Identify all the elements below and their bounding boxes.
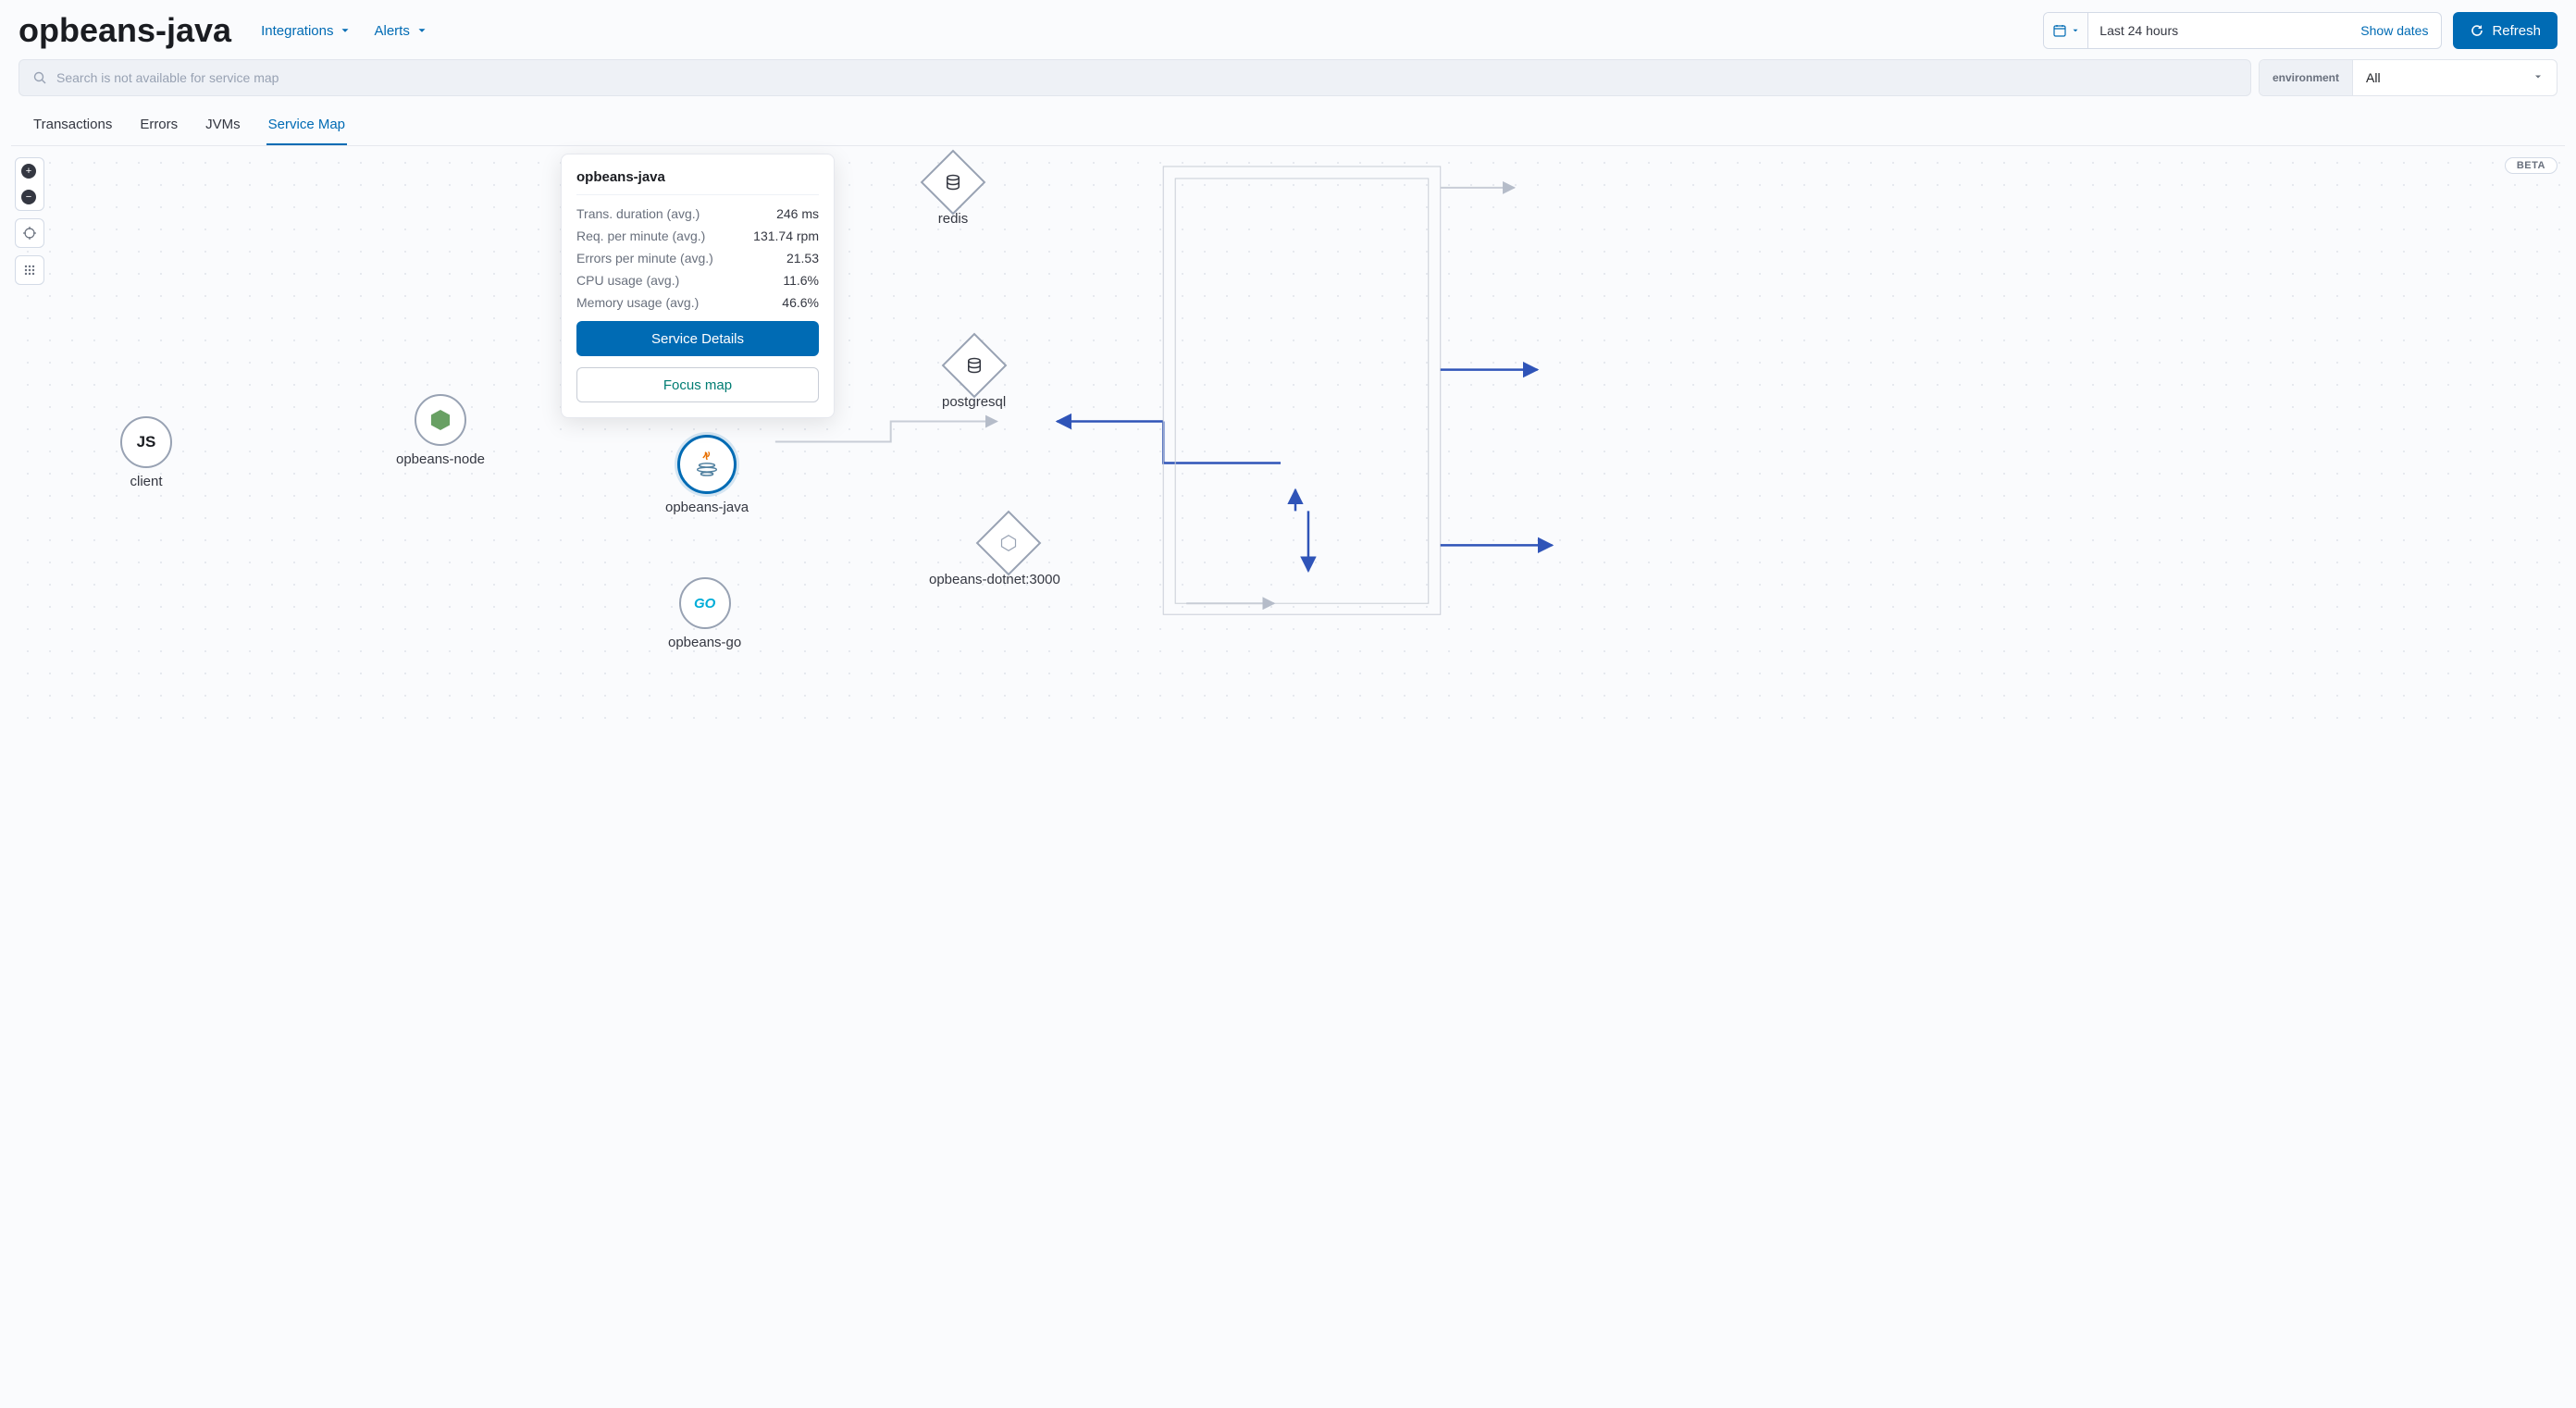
node-opbeans-dotnet-label: opbeans-dotnet:3000 xyxy=(929,572,1060,587)
popover-metric-row: Trans. duration (avg.) 246 ms xyxy=(576,206,819,221)
client-icon: JS xyxy=(120,416,172,468)
recenter-button[interactable] xyxy=(15,218,44,248)
node-client[interactable]: JS client xyxy=(120,416,172,489)
chevron-down-icon xyxy=(2533,70,2544,85)
grid-button[interactable] xyxy=(15,255,44,285)
integrations-link[interactable]: Integrations xyxy=(261,23,352,39)
node-opbeans-dotnet[interactable]: opbeans-dotnet:3000 xyxy=(957,520,1060,587)
popover-metric-row: CPU usage (avg.) 11.6% xyxy=(576,273,819,288)
chevron-down-icon xyxy=(2071,26,2080,35)
beta-badge: BETA xyxy=(2505,157,2557,174)
chevron-down-icon xyxy=(415,24,428,37)
date-picker[interactable]: Last 24 hours Show dates xyxy=(2043,12,2442,49)
environment-picker[interactable]: environment All xyxy=(2259,59,2557,96)
tabs: Transactions Errors JVMs Service Map xyxy=(0,104,2576,145)
zoom-out-button[interactable]: − xyxy=(16,184,42,210)
hexagon-icon xyxy=(1000,534,1017,552)
node-opbeans-node-label: opbeans-node xyxy=(396,451,485,467)
service-details-button[interactable]: Service Details xyxy=(576,321,819,356)
metric-label: Errors per minute (avg.) xyxy=(576,251,713,266)
tab-errors[interactable]: Errors xyxy=(138,109,180,145)
service-map-canvas[interactable]: BETA + − xyxy=(11,145,2565,737)
alerts-link[interactable]: Alerts xyxy=(374,23,427,39)
java-icon xyxy=(677,435,737,494)
map-toolbar: + − xyxy=(15,157,44,285)
page-title: opbeans-java xyxy=(19,11,231,50)
metric-value: 131.74 rpm xyxy=(753,228,819,243)
node-client-label: client xyxy=(130,474,162,489)
zoom-in-button[interactable]: + xyxy=(16,158,42,184)
js-icon: JS xyxy=(137,433,156,451)
show-dates-link[interactable]: Show dates xyxy=(2347,13,2441,48)
metric-value: 21.53 xyxy=(786,251,819,266)
focus-map-button[interactable]: Focus map xyxy=(576,367,819,402)
search-input: Search is not available for service map xyxy=(19,59,2251,96)
service-popover: opbeans-java Trans. duration (avg.) 246 … xyxy=(561,154,835,418)
node-opbeans-node[interactable]: opbeans-node xyxy=(396,394,485,467)
crosshair-icon xyxy=(22,226,37,241)
tab-service-map[interactable]: Service Map xyxy=(266,109,347,145)
integrations-label: Integrations xyxy=(261,23,333,39)
node-postgresql[interactable]: postgresql xyxy=(942,342,1006,410)
metric-label: CPU usage (avg.) xyxy=(576,273,679,288)
chevron-down-icon xyxy=(339,24,352,37)
metric-value: 46.6% xyxy=(782,295,819,310)
metric-label: Req. per minute (avg.) xyxy=(576,228,705,243)
node-opbeans-java[interactable]: opbeans-java xyxy=(665,435,749,515)
node-opbeans-java-label: opbeans-java xyxy=(665,500,749,515)
search-placeholder: Search is not available for service map xyxy=(56,70,279,85)
metric-label: Trans. duration (avg.) xyxy=(576,206,700,221)
popover-title: opbeans-java xyxy=(576,169,819,195)
environment-value-text: All xyxy=(2366,70,2381,85)
metric-value: 246 ms xyxy=(776,206,819,221)
search-icon xyxy=(32,70,47,85)
node-opbeans-go-label: opbeans-go xyxy=(668,635,741,650)
go-icon: GO xyxy=(679,577,731,629)
alerts-label: Alerts xyxy=(374,23,409,39)
database-icon xyxy=(965,356,984,375)
refresh-label: Refresh xyxy=(2492,23,2541,39)
refresh-button[interactable]: Refresh xyxy=(2453,12,2557,49)
metric-label: Memory usage (avg.) xyxy=(576,295,699,310)
grid-icon xyxy=(22,263,37,278)
java-cup-icon xyxy=(693,451,721,478)
calendar-quick-select[interactable] xyxy=(2044,13,2088,48)
popover-metric-row: Memory usage (avg.) 46.6% xyxy=(576,295,819,310)
popover-metric-row: Errors per minute (avg.) 21.53 xyxy=(576,251,819,266)
date-range-text[interactable]: Last 24 hours xyxy=(2088,13,2347,48)
calendar-icon xyxy=(2052,23,2067,38)
refresh-icon xyxy=(2470,23,2484,38)
nodejs-icon xyxy=(415,394,466,446)
popover-metric-row: Req. per minute (avg.) 131.74 rpm xyxy=(576,228,819,243)
dotnet-icon xyxy=(976,511,1042,576)
tab-jvms[interactable]: JVMs xyxy=(204,109,242,145)
tab-transactions[interactable]: Transactions xyxy=(31,109,114,145)
environment-value[interactable]: All xyxy=(2353,60,2557,95)
database-icon xyxy=(944,173,962,191)
node-opbeans-go[interactable]: GO opbeans-go xyxy=(668,577,741,650)
metric-value: 11.6% xyxy=(783,273,819,288)
environment-label: environment xyxy=(2260,60,2353,95)
postgresql-icon xyxy=(941,333,1007,399)
node-redis[interactable]: redis xyxy=(930,159,976,227)
service-map-edges xyxy=(11,146,2565,737)
redis-icon xyxy=(921,150,986,216)
go-icon-text: GO xyxy=(694,596,715,611)
